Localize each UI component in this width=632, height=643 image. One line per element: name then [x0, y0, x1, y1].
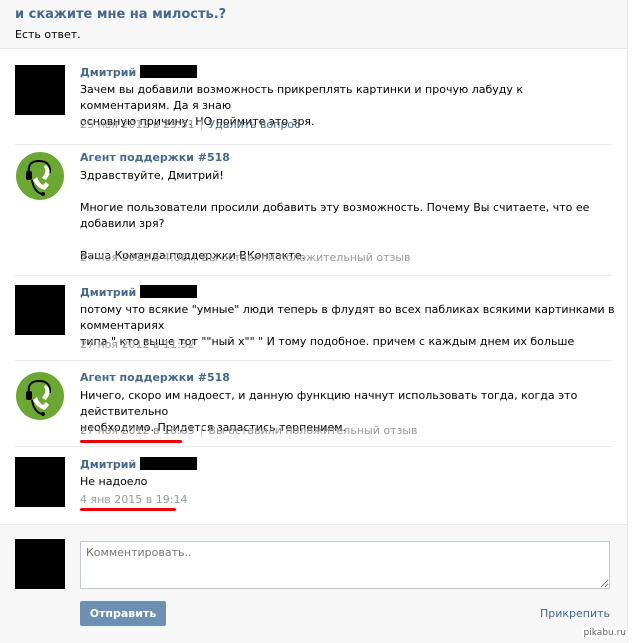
support-agent-icon — [16, 152, 64, 200]
message-item: Дмитрий Не надоело 4 янв 2015 в 19:14 — [0, 457, 627, 524]
divider — [15, 446, 612, 447]
message-date[interactable]: 25 ноя 2012 в 23:51 — [80, 118, 195, 131]
author-name[interactable]: Дмитрий — [80, 457, 198, 472]
message-text: Не надоело — [80, 475, 148, 488]
comment-input[interactable] — [80, 541, 610, 589]
question-status: Есть ответ. — [15, 28, 81, 41]
redacted-surname — [140, 285, 198, 298]
message-text: Здравствуйте, Дмитрий! Многие пользовате… — [80, 169, 590, 262]
support-agent-icon — [16, 372, 64, 420]
message-item: Агент поддержки #518 Ничего, скоро им на… — [0, 371, 627, 447]
avatar[interactable] — [15, 65, 65, 115]
agent-avatar[interactable] — [15, 371, 65, 421]
question-header: и скажите мне на милость.? Есть ответ. — [0, 0, 627, 49]
divider — [15, 360, 612, 361]
comment-composer: Отправить Прикрепить — [0, 524, 627, 643]
red-highlight-underline — [80, 440, 182, 443]
message-meta: 27 ноя 2012 в 4:06 | Вы оставили положител… — [80, 251, 411, 264]
author-name[interactable]: Агент поддержки #518 — [80, 371, 230, 385]
redacted-surname — [140, 65, 198, 78]
avatar[interactable] — [15, 285, 65, 335]
divider — [15, 275, 612, 276]
author-name[interactable]: Дмитрий — [80, 285, 198, 300]
message-date[interactable]: 4 янв 2015 в 19:14 — [80, 493, 187, 506]
agent-avatar[interactable] — [15, 151, 65, 201]
message-item: Дмитрий Зачем вы добавили возможность пр… — [0, 65, 627, 145]
question-title: и скажите мне на милость.? — [15, 7, 227, 22]
message-meta: 25 ноя 2012 в 23:51 | Удалить вопрос — [80, 118, 301, 131]
message-date[interactable]: 27 ноя 2012 в 4:06 — [80, 251, 188, 264]
message-item: Дмитрий потому что всякие "умные" люди т… — [0, 285, 627, 361]
author-name[interactable]: Агент поддержки #518 — [80, 151, 230, 165]
message-date[interactable]: 27 ноя 2012 в 11:52 — [80, 338, 195, 351]
attach-link[interactable]: Прикрепить — [540, 607, 610, 620]
my-avatar[interactable] — [15, 539, 65, 589]
send-button[interactable]: Отправить — [80, 601, 166, 626]
message-date[interactable]: 27 ноя 2012 в 16:05 — [80, 424, 195, 437]
avatar[interactable] — [15, 457, 65, 507]
divider — [15, 144, 612, 145]
message-meta: 27 ноя 2012 в 16:05 | Вы оставили положите… — [80, 424, 418, 437]
author-name[interactable]: Дмитрий — [80, 65, 198, 80]
delete-question-link[interactable]: Удалить вопрос — [208, 118, 300, 131]
feedback-status: Вы оставили положительный отзыв — [208, 424, 418, 437]
message-meta: 27 ноя 2012 в 11:52 — [80, 338, 195, 351]
feedback-status: Вы оставили положительный отзыв — [201, 251, 411, 264]
message-meta: 4 янв 2015 в 19:14 — [80, 493, 187, 506]
redacted-surname — [140, 457, 198, 470]
message-item: Агент поддержки #518 Здравствуйте, Дмитр… — [0, 151, 627, 276]
red-highlight-underline — [80, 508, 176, 511]
watermark: pikabu.ru — [581, 628, 628, 638]
